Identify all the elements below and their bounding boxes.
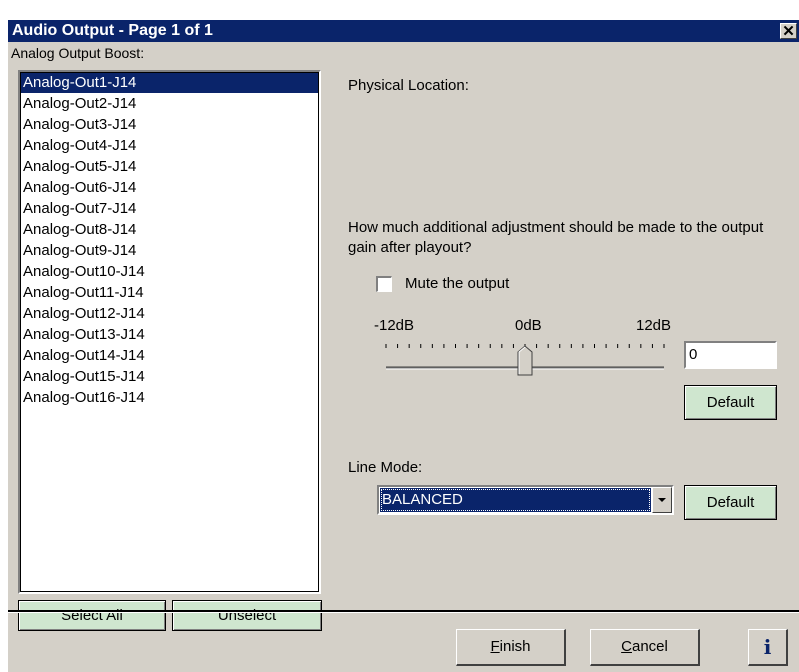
slider-min-label: -12dB (374, 317, 415, 334)
list-item[interactable]: Analog-Out1-J14 (20, 72, 319, 93)
close-icon: ✕ (782, 23, 795, 40)
list-item[interactable]: Analog-Out2-J14 (20, 93, 319, 114)
finish-button[interactable]: Finish (456, 629, 566, 666)
select-all-button[interactable]: Select All (18, 600, 166, 631)
info-button[interactable]: i (748, 629, 788, 666)
slider-mid-label: 0dB (515, 317, 542, 334)
slider-thumb[interactable] (517, 345, 533, 376)
list-item[interactable]: Analog-Out4-J14 (20, 135, 319, 156)
list-item[interactable]: Analog-Out14-J14 (20, 345, 319, 366)
output-list[interactable]: Analog-Out1-J14 Analog-Out2-J14 Analog-Out… (18, 70, 321, 594)
list-item[interactable]: Analog-Out7-J14 (20, 198, 319, 219)
list-item[interactable]: Analog-Out11-J14 (20, 282, 319, 303)
list-item[interactable]: Analog-Out13-J14 (20, 324, 319, 345)
list-item[interactable]: Analog-Out5-J14 (20, 156, 319, 177)
physical-location-label: Physical Location: (348, 77, 469, 94)
list-item[interactable]: Analog-Out16-J14 (20, 387, 319, 408)
gain-question-text: How much additional adjustment should be… (348, 219, 764, 256)
line-mode-dropdown[interactable]: BALANCED (377, 485, 674, 515)
close-button[interactable]: ✕ (780, 23, 797, 40)
gain-slider[interactable] (378, 338, 678, 378)
list-item[interactable]: Analog-Out15-J14 (20, 366, 319, 387)
list-item[interactable]: Analog-Out10-J14 (20, 261, 319, 282)
line-mode-label: Line Mode: (348, 459, 423, 476)
mute-label[interactable]: Mute the output (405, 275, 509, 292)
analog-output-boost-label: Analog Output Boost: (11, 45, 145, 61)
list-item[interactable]: Analog-Out12-J14 (20, 303, 319, 324)
line-mode-selected-value: BALANCED (380, 488, 651, 512)
slider-max-label: 12dB (636, 317, 672, 334)
window-title: Audio Output - Page 1 of 1 (12, 22, 213, 39)
list-item[interactable]: Analog-Out3-J14 (20, 114, 319, 135)
list-item[interactable]: Analog-Out6-J14 (20, 177, 319, 198)
chevron-down-icon[interactable] (652, 487, 672, 513)
line-mode-default-button[interactable]: Default (684, 485, 777, 520)
audio-output-dialog: Audio Output - Page 1 of 1 ✕ Analog Outp… (8, 20, 799, 672)
mute-checkbox[interactable] (376, 276, 392, 292)
title-bar: Audio Output - Page 1 of 1 ✕ (8, 20, 799, 42)
gain-default-button[interactable]: Default (684, 385, 777, 420)
list-item[interactable]: Analog-Out8-J14 (20, 219, 319, 240)
list-item[interactable]: Analog-Out9-J14 (20, 240, 319, 261)
info-icon: i (763, 635, 772, 659)
unselect-button[interactable]: Unselect (172, 600, 322, 631)
footer-separator (8, 610, 799, 613)
cancel-button[interactable]: Cancel (590, 629, 700, 666)
gain-value-field[interactable]: 0 (684, 341, 777, 369)
slider-thumb-shape[interactable] (517, 345, 533, 376)
